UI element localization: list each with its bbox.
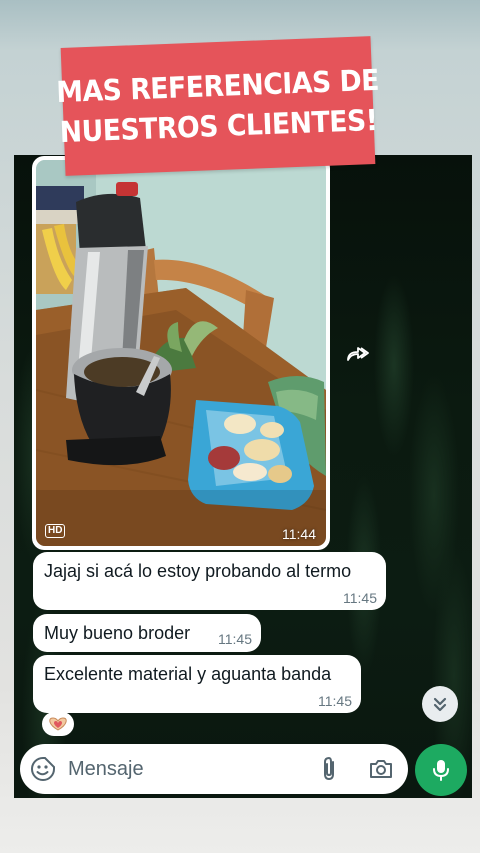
message-bubble[interactable]: Muy bueno broder 11:45	[33, 614, 261, 652]
image-message[interactable]: HD 11:44	[32, 156, 330, 550]
forward-icon[interactable]	[343, 341, 371, 365]
photo-timestamp: 11:44	[282, 526, 316, 542]
heart-hands-icon	[49, 717, 67, 731]
message-input-placeholder[interactable]: Mensaje	[68, 758, 144, 781]
message-bubble[interactable]: Excelente material y aguanta banda 11:45	[33, 655, 361, 713]
camera-icon[interactable]	[368, 756, 394, 782]
message-text: Excelente material y aguanta banda	[44, 664, 332, 684]
hd-badge: HD	[45, 524, 66, 538]
paperclip-icon[interactable]	[318, 756, 342, 782]
scroll-to-bottom-button[interactable]	[422, 686, 458, 722]
double-chevron-down-icon	[433, 697, 447, 712]
chat-screenshot: HD 11:44 Jajaj si acá lo estoy probando …	[14, 155, 472, 798]
story-caption-banner: MAS REFERENCIAS DE NUESTROS CLIENTES!	[55, 36, 379, 176]
mate-thermos-photo[interactable]: HD 11:44	[36, 160, 326, 546]
microphone-button[interactable]	[415, 744, 467, 796]
reaction-badge[interactable]	[42, 712, 74, 736]
microphone-icon	[433, 760, 449, 781]
message-text: Jajaj si acá lo estoy probando al termo	[44, 561, 352, 581]
message-text: Muy bueno broder	[44, 623, 191, 643]
message-time: 11:45	[343, 590, 377, 606]
message-time: 11:45	[318, 693, 352, 709]
message-time: 11:45	[218, 631, 252, 647]
message-composer[interactable]: Mensaje	[20, 744, 408, 794]
message-bubble[interactable]: Jajaj si acá lo estoy probando al termo …	[33, 552, 386, 610]
sticker-icon[interactable]	[30, 756, 56, 782]
